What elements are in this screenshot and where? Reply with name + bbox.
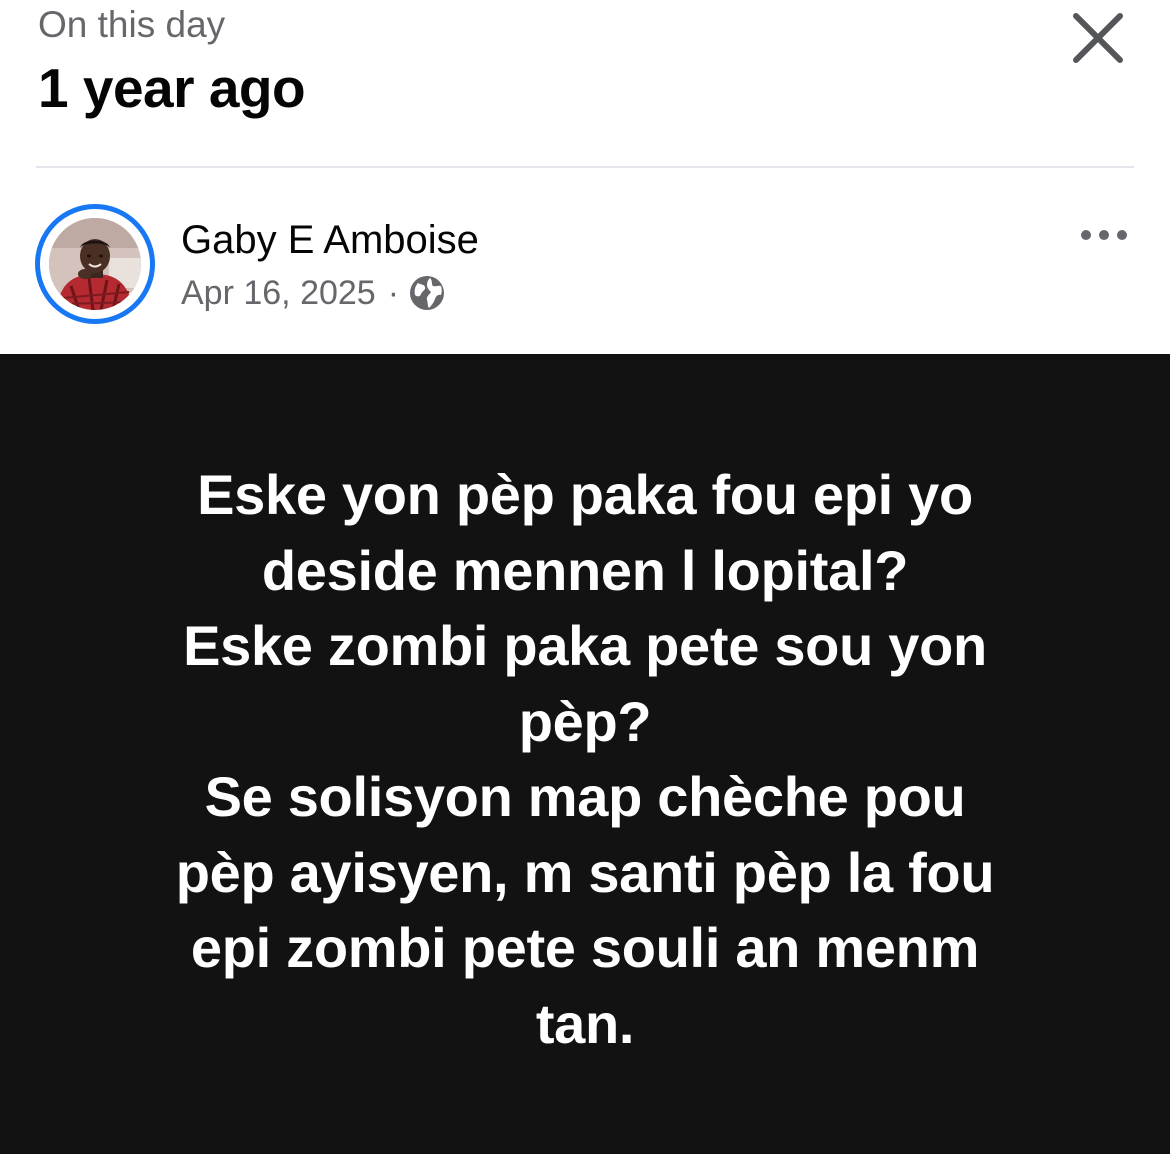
author-avatar[interactable] xyxy=(35,204,155,324)
memory-header: On this day 1 year ago xyxy=(0,0,1170,168)
profile-photo xyxy=(49,218,141,310)
more-options-button[interactable] xyxy=(1076,220,1132,250)
memory-page: On this day 1 year ago Gaby E Amboise Ap… xyxy=(0,0,1170,1154)
post-date[interactable]: Apr 16, 2025 xyxy=(181,271,376,315)
post-text: Eske yon pèp paka fou epi yo deside menn… xyxy=(175,463,995,1055)
avatar-photo xyxy=(49,218,141,310)
author-name[interactable]: Gaby E Amboise xyxy=(181,216,479,264)
close-button[interactable] xyxy=(1066,6,1130,70)
memory-title: 1 year ago xyxy=(38,57,306,119)
close-icon xyxy=(1073,13,1123,63)
memory-subtitle: On this day xyxy=(38,4,226,45)
more-options-icon xyxy=(1081,230,1127,240)
post-text-background: Eske yon pèp paka fou epi yo deside menn… xyxy=(0,354,1170,1154)
meta-separator: · xyxy=(387,274,400,312)
globe-icon[interactable] xyxy=(409,275,445,311)
post-header: Gaby E Amboise Apr 16, 2025 · xyxy=(0,168,1170,354)
post-meta: Apr 16, 2025 · xyxy=(181,271,445,315)
